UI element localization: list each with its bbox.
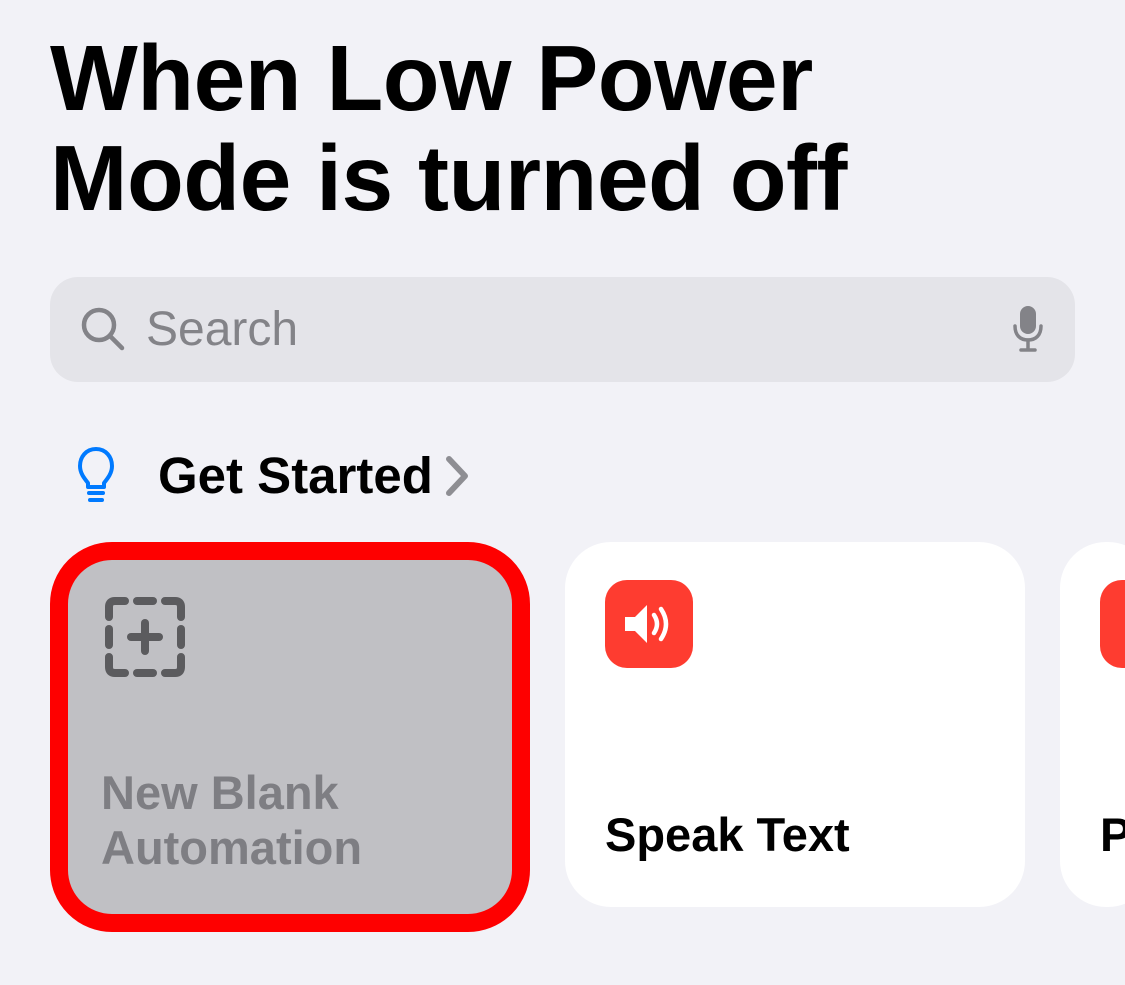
card-label: New Blank Automation [101, 765, 479, 876]
microphone-icon[interactable] [1011, 304, 1045, 354]
speak-text-card[interactable]: Speak Text [565, 542, 1025, 907]
chevron-right-icon [445, 455, 471, 497]
section-title: Get Started [158, 446, 433, 505]
blank-automation-icon [103, 595, 187, 679]
search-input[interactable] [146, 302, 1011, 357]
search-icon [80, 306, 126, 352]
get-started-header[interactable]: Get Started [50, 446, 1075, 506]
search-bar[interactable] [50, 277, 1075, 382]
lightbulb-icon [76, 446, 116, 506]
play-icon [1100, 580, 1125, 668]
card-label: Pla [1100, 807, 1114, 862]
play-card[interactable]: Pla [1060, 542, 1125, 907]
new-blank-automation-card[interactable]: New Blank Automation [61, 555, 519, 920]
cards-row: New Blank Automation Speak Text [50, 542, 1075, 932]
card-label: Speak Text [605, 807, 985, 862]
speaker-icon [605, 580, 693, 668]
page-title: When Low Power Mode is turned off [50, 28, 1075, 229]
